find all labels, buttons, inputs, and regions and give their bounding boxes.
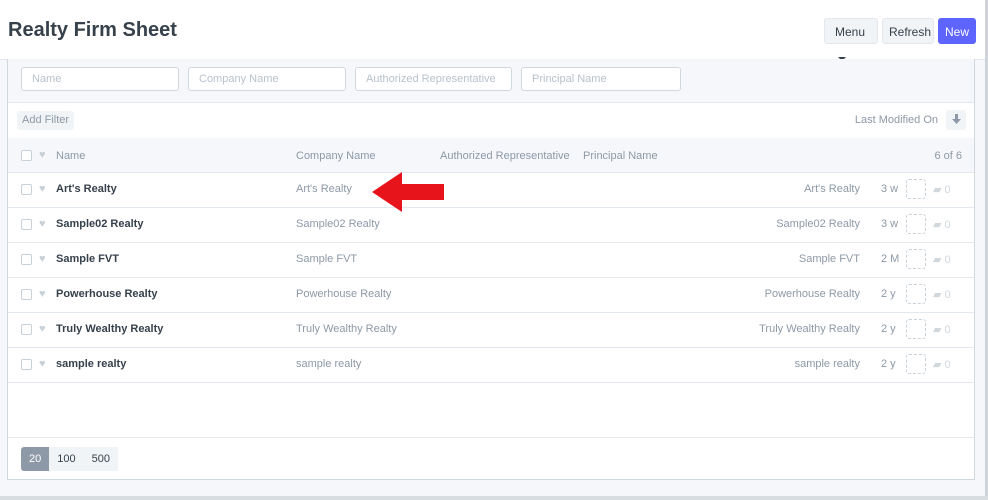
select-all-checkbox[interactable] (21, 150, 32, 161)
comment-count-value: 0 (944, 289, 951, 301)
avatar (906, 284, 926, 304)
avatar (906, 214, 926, 234)
row-title[interactable]: sample realty (56, 358, 126, 370)
comment-count: ▰ 0 (933, 218, 951, 231)
row-title[interactable]: Sample02 Realty (56, 218, 143, 230)
heart-icon[interactable]: ♥ (39, 358, 46, 370)
row-modified-time: 2 y (881, 323, 896, 335)
column-principal-name: Principal Name (583, 150, 658, 162)
avatar (906, 319, 926, 339)
row-title[interactable]: Powerhouse Realty (56, 288, 157, 300)
new-button[interactable]: New (938, 18, 976, 44)
row-checkbox[interactable] (21, 254, 32, 265)
row-checkbox[interactable] (21, 359, 32, 370)
comments-icon: ▰ (933, 359, 942, 371)
heart-icon[interactable]: ♥ (39, 149, 46, 161)
avatar (906, 179, 926, 199)
row-title[interactable]: Art's Realty (56, 183, 117, 195)
refresh-button[interactable]: Refresh (882, 18, 934, 44)
comment-count-value: 0 (944, 324, 951, 336)
row-modified-time: 2 y (881, 288, 896, 300)
row-modified-time: 3 w (881, 218, 899, 230)
row-title[interactable]: Sample FVT (56, 253, 119, 265)
standard-filters (8, 59, 974, 103)
annotation-arrow-icon (372, 172, 444, 212)
heart-icon[interactable]: ♥ (39, 183, 46, 195)
paging-area: 20 100 500 (8, 437, 974, 480)
comment-count: ▰ 0 (933, 183, 951, 196)
row-company-name: Sample FVT (296, 253, 358, 265)
representative-filter-input[interactable] (355, 67, 512, 91)
page-length-selector: 20 100 500 (21, 447, 118, 471)
avatar (906, 249, 926, 269)
comment-count-value: 0 (944, 254, 951, 266)
row-representative: Art's Realty (804, 183, 860, 195)
arrow-down-icon (951, 114, 961, 125)
list-panel: Add Filter Last Modified On ♥ Name Compa… (7, 59, 975, 480)
heart-icon[interactable]: ♥ (39, 288, 46, 300)
list-row[interactable]: ♥ Art's Realty Art's Realty Art's Realty… (8, 172, 974, 208)
row-representative: Truly Wealthy Realty (759, 323, 860, 335)
column-authorized-representative: Authorized Representative (440, 150, 570, 162)
comment-count: ▰ 0 (933, 253, 951, 266)
page-size-100-button[interactable]: 100 (49, 447, 84, 471)
row-checkbox[interactable] (21, 324, 32, 335)
list-row[interactable]: ♥ Truly Wealthy Realty Truly Wealthy Rea… (8, 312, 974, 348)
row-company-name: Truly Wealthy Realty (296, 323, 397, 335)
result-count: 6 of 6 (934, 150, 962, 162)
row-representative: sample realty (794, 358, 860, 370)
company-filter-input[interactable] (188, 67, 346, 91)
comments-icon: ▰ (933, 184, 942, 196)
column-company-name: Company Name (296, 150, 376, 162)
menu-button[interactable]: Menu (824, 18, 878, 61)
list-row[interactable]: ♥ Sample02 Realty Sample02 Realty Sample… (8, 207, 974, 243)
row-company-name: sample realty (296, 358, 362, 370)
sort-by-selector[interactable]: Last Modified On (855, 114, 938, 126)
comment-count: ▰ 0 (933, 323, 951, 336)
comment-count-value: 0 (944, 219, 951, 231)
list-row[interactable]: ♥ sample realty sample realty sample rea… (8, 347, 974, 383)
column-name: Name (56, 150, 86, 162)
avatar (906, 354, 926, 374)
row-company-name: Powerhouse Realty (296, 288, 392, 300)
sort-order-button[interactable] (946, 110, 966, 130)
menu-button-label: Menu (835, 25, 866, 39)
comment-count-value: 0 (944, 359, 951, 371)
row-checkbox[interactable] (21, 289, 32, 300)
row-modified-time: 3 w (881, 183, 899, 195)
principal-filter-input[interactable] (521, 67, 681, 91)
list-header: ♥ Name Company Name Authorized Represent… (8, 138, 974, 173)
page-header: Realty Firm Sheet Menu Refresh New (0, 0, 988, 61)
heart-icon[interactable]: ♥ (39, 323, 46, 335)
row-company-name: Art's Realty (296, 183, 352, 195)
comments-icon: ▰ (933, 324, 942, 336)
row-company-name: Sample02 Realty (296, 218, 380, 230)
list-row[interactable]: ♥ Sample FVT Sample FVT Sample FVT 2 M ▰… (8, 242, 974, 278)
bottom-edge (0, 496, 988, 500)
row-representative: Sample02 Realty (776, 218, 860, 230)
name-filter-input[interactable] (21, 67, 179, 91)
comments-icon: ▰ (933, 254, 942, 266)
heart-icon[interactable]: ♥ (39, 218, 46, 230)
page-size-20-button[interactable]: 20 (21, 447, 50, 471)
row-checkbox[interactable] (21, 184, 32, 195)
row-representative: Powerhouse Realty (764, 288, 860, 300)
row-modified-time: 2 y (881, 358, 896, 370)
row-title[interactable]: Truly Wealthy Realty (56, 323, 163, 335)
add-filter-button[interactable]: Add Filter (17, 111, 75, 130)
page-title: Realty Firm Sheet (8, 19, 177, 41)
comment-count: ▰ 0 (933, 358, 951, 371)
comments-icon: ▰ (933, 219, 942, 231)
row-representative: Sample FVT (798, 253, 860, 265)
comments-icon: ▰ (933, 289, 942, 301)
filter-bar: Add Filter Last Modified On (8, 102, 974, 139)
list-row[interactable]: ♥ Powerhouse Realty Powerhouse Realty Po… (8, 277, 974, 313)
comment-count-value: 0 (944, 184, 951, 196)
row-checkbox[interactable] (21, 219, 32, 230)
comment-count: ▰ 0 (933, 288, 951, 301)
page-size-500-button[interactable]: 500 (83, 447, 118, 471)
heart-icon[interactable]: ♥ (39, 253, 46, 265)
row-modified-time: 2 M (881, 253, 900, 265)
